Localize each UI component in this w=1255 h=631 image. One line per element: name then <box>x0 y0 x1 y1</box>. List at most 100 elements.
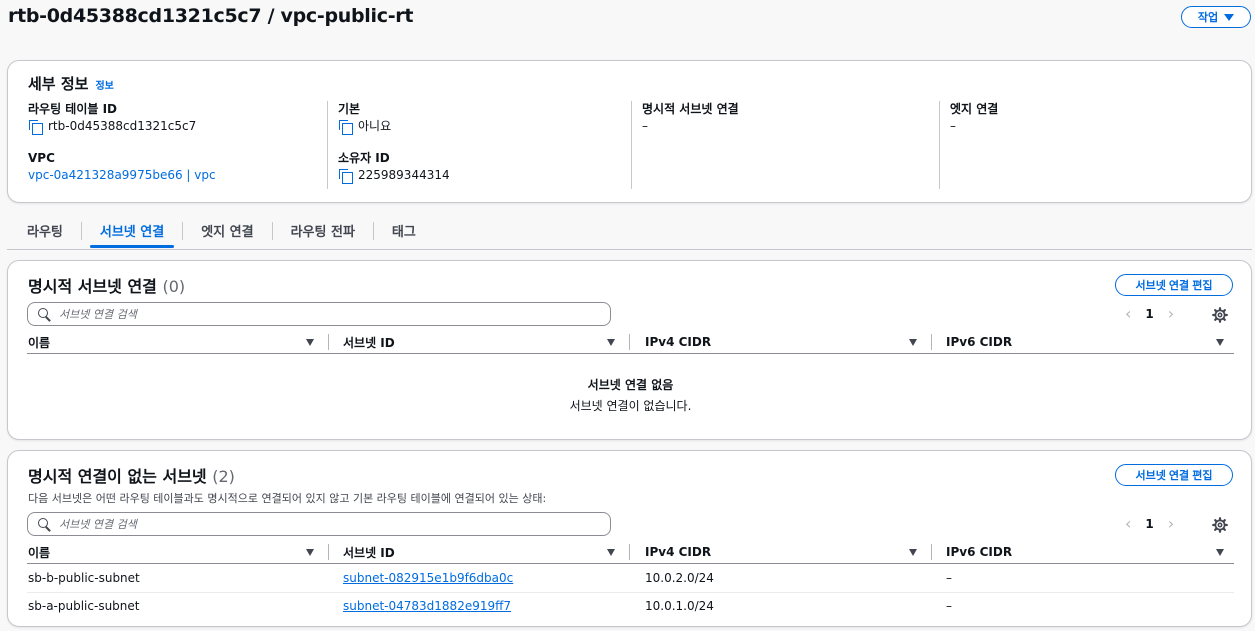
info-link[interactable]: 정보 <box>95 77 113 92</box>
search-box <box>27 512 611 536</box>
sort-icon[interactable] <box>909 339 917 346</box>
details-col-1: 라우팅 테이블 ID rtb-0d45388cd1321c5c7 VPC vpc… <box>28 101 328 189</box>
ipv6-cidr: – <box>946 571 952 585</box>
explicit-associations-label: 명시적 서브넷 연결 <box>642 102 739 116</box>
actions-button[interactable]: 작업 <box>1181 6 1251 28</box>
gear-icon[interactable] <box>1212 307 1228 323</box>
sort-icon[interactable] <box>1216 339 1224 346</box>
edit-subnet-associations-button[interactable]: 서브넷 연결 편집 <box>1115 464 1233 486</box>
sort-icon[interactable] <box>306 549 314 556</box>
tab-subnet-associations[interactable]: 서브넷 연결 <box>89 216 175 248</box>
main-value: 아니요 <box>358 119 392 133</box>
subnets-without-explicit-associations-panel: 명시적 연결이 없는 서브넷 (2) 다음 서브넷은 어떤 라우팅 테이블과도 … <box>7 450 1252 627</box>
gear-icon[interactable] <box>1212 517 1228 533</box>
column-header-ipv6-cidr[interactable]: IPv6 CIDR <box>946 332 1012 352</box>
tab-divider <box>182 222 184 240</box>
pagination: ‹ 1 › <box>1125 516 1174 532</box>
panel-description: 다음 서브넷은 어떤 라우팅 테이블과도 명시적으로 연결되어 있지 않고 기본… <box>28 492 547 505</box>
page-number[interactable]: 1 <box>1145 307 1153 321</box>
chevron-right-icon[interactable]: › <box>1168 516 1174 532</box>
owner-label: 소유자 ID <box>338 151 390 165</box>
empty-state-text: 서브넷 연결이 없습니다. <box>569 399 692 413</box>
tab-bar-underline <box>7 249 1252 250</box>
ipv6-cidr: – <box>946 599 952 613</box>
vpc-link[interactable]: vpc-0a421328a9975be66 | vpc <box>28 166 328 184</box>
ipv4-cidr: 10.0.2.0/24 <box>645 571 714 585</box>
sort-icon[interactable] <box>306 339 314 346</box>
route-table-id-label: 라우팅 테이블 ID <box>28 102 118 116</box>
panel-title-text: 명시적 연결이 없는 서브넷 <box>28 467 207 486</box>
subnet-id-link[interactable]: subnet-082915e1b9f6dba0c <box>343 571 513 585</box>
column-divider[interactable] <box>328 544 329 560</box>
copy-icon[interactable] <box>338 168 353 184</box>
caret-down-icon <box>1224 13 1235 21</box>
sort-icon[interactable] <box>607 339 615 346</box>
column-header-subnet-id[interactable]: 서브넷 ID <box>343 332 395 352</box>
page-number[interactable]: 1 <box>1145 517 1153 531</box>
details-col-2: 기본 아니요 소유자 ID 225989344314 <box>327 101 635 189</box>
column-divider[interactable] <box>328 334 329 350</box>
search-icon <box>38 307 51 321</box>
column-header-name[interactable]: 이름 <box>28 332 50 352</box>
sort-icon[interactable] <box>1216 549 1224 556</box>
tab-bar: 라우팅 서브넷 연결 엣지 연결 라우팅 전파 태그 <box>17 216 426 249</box>
main-label: 기본 <box>338 102 361 116</box>
tab-tags[interactable]: 태그 <box>382 216 426 248</box>
tab-divider <box>80 222 82 240</box>
page-title: rtb-0d45388cd1321c5c7 / vpc-public-rt <box>8 5 414 27</box>
copy-icon[interactable] <box>338 119 353 135</box>
sort-icon[interactable] <box>909 549 917 556</box>
details-header: 세부 정보 정보 <box>28 73 114 94</box>
search-input[interactable] <box>59 517 579 531</box>
pagination: ‹ 1 › <box>1125 306 1174 322</box>
search-input[interactable] <box>59 307 579 321</box>
search-box <box>27 302 611 326</box>
tab-routes[interactable]: 라우팅 <box>17 216 73 248</box>
column-header-name[interactable]: 이름 <box>28 542 50 562</box>
column-header-ipv4-cidr[interactable]: IPv4 CIDR <box>645 332 711 352</box>
explicit-associations-value: – <box>642 119 648 133</box>
details-col-4: 엣지 연결 – <box>939 101 1239 189</box>
tab-divider <box>271 222 273 240</box>
panel-count: (0) <box>162 277 186 296</box>
subnet-name: sb-a-public-subnet <box>28 599 140 613</box>
table-row: sb-b-public-subnet subnet-082915e1b9f6db… <box>27 565 1234 593</box>
owner-value: 225989344314 <box>358 168 450 182</box>
column-divider[interactable] <box>931 544 932 560</box>
search-icon <box>38 517 51 531</box>
subnet-id-link[interactable]: subnet-04783d1882e919ff7 <box>343 599 511 613</box>
chevron-right-icon[interactable]: › <box>1168 306 1174 322</box>
vpc-label: VPC <box>28 151 55 165</box>
details-panel: 세부 정보 정보 라우팅 테이블 ID rtb-0d45388cd1321c5c… <box>7 60 1252 203</box>
tab-divider <box>372 222 374 240</box>
tab-route-propagation[interactable]: 라우팅 전파 <box>281 216 365 248</box>
chevron-left-icon[interactable]: ‹ <box>1125 516 1131 532</box>
column-divider[interactable] <box>931 334 932 350</box>
table-header: 이름 서브넷 ID IPv4 CIDR IPv6 CIDR <box>27 332 1234 354</box>
sort-icon[interactable] <box>607 549 615 556</box>
tab-edge-associations[interactable]: 엣지 연결 <box>191 216 263 248</box>
column-header-ipv6-cidr[interactable]: IPv6 CIDR <box>946 542 1012 562</box>
empty-state-title: 서브넷 연결 없음 <box>587 378 674 392</box>
table-row: sb-a-public-subnet subnet-04783d1882e919… <box>27 593 1234 621</box>
ipv4-cidr: 10.0.1.0/24 <box>645 599 714 613</box>
edge-associations-value: – <box>950 119 956 133</box>
edit-subnet-associations-button[interactable]: 서브넷 연결 편집 <box>1115 274 1233 296</box>
edge-associations-label: 엣지 연결 <box>950 102 999 116</box>
details-col-3: 명시적 서브넷 연결 – <box>631 101 939 189</box>
details-heading: 세부 정보 <box>28 75 89 93</box>
actions-button-label: 작업 <box>1197 12 1219 24</box>
copy-icon[interactable] <box>28 119 43 135</box>
route-table-id-value: rtb-0d45388cd1321c5c7 <box>48 119 197 133</box>
explicit-subnet-associations-panel: 명시적 서브넷 연결 (0) 서브넷 연결 편집 ‹ 1 › 이름 서브넷 ID… <box>7 260 1252 440</box>
column-divider[interactable] <box>629 544 630 560</box>
panel-title: 명시적 서브넷 연결 (0) <box>28 273 185 297</box>
column-header-ipv4-cidr[interactable]: IPv4 CIDR <box>645 542 711 562</box>
subnet-name: sb-b-public-subnet <box>28 571 140 585</box>
panel-title-text: 명시적 서브넷 연결 <box>28 277 157 296</box>
chevron-left-icon[interactable]: ‹ <box>1125 306 1131 322</box>
panel-title: 명시적 연결이 없는 서브넷 (2) <box>28 463 235 487</box>
panel-count: (2) <box>212 467 235 486</box>
column-header-subnet-id[interactable]: 서브넷 ID <box>343 542 395 562</box>
column-divider[interactable] <box>629 334 630 350</box>
